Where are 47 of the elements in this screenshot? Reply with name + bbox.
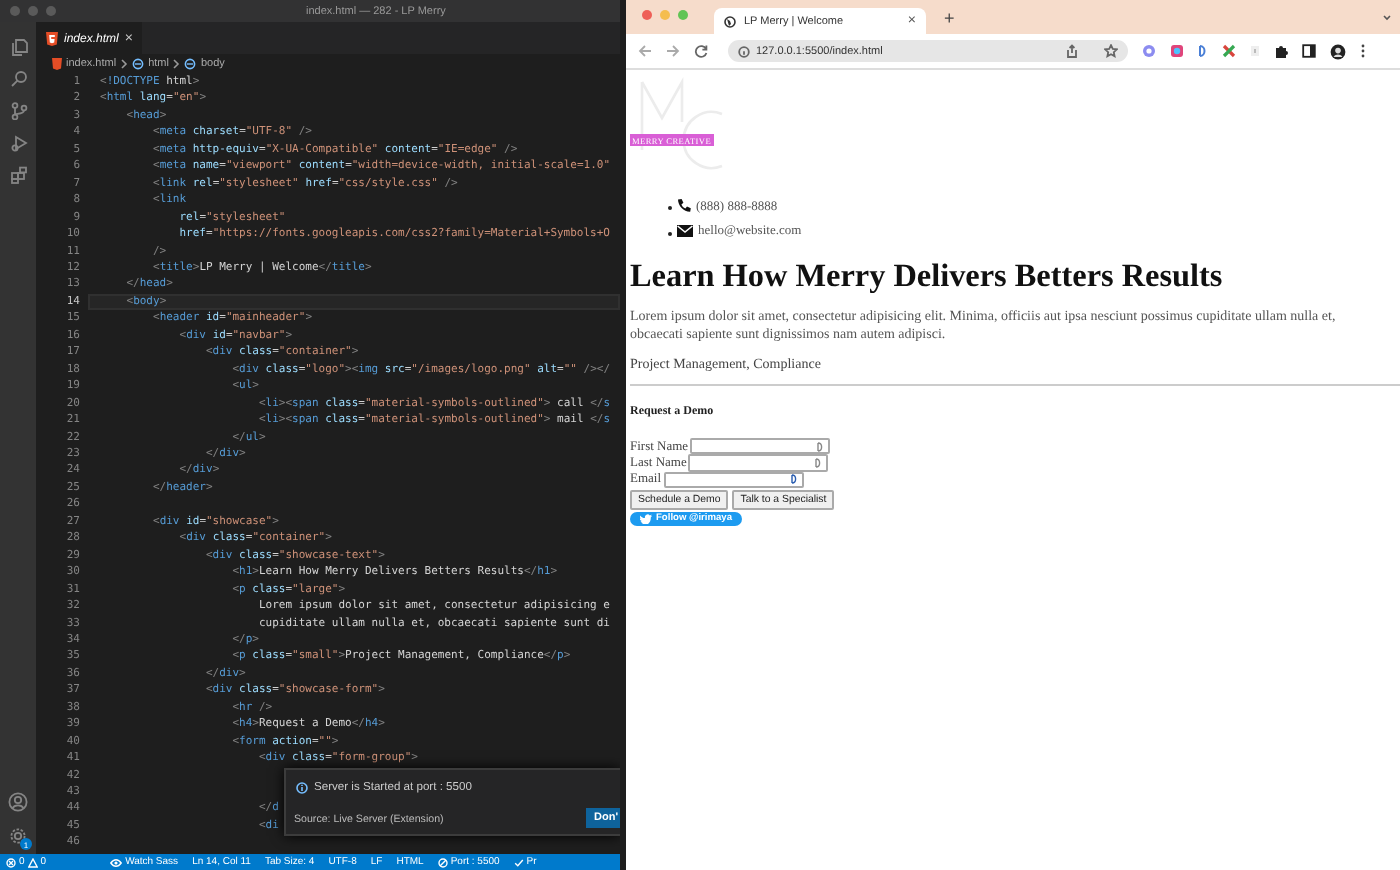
autofill-icon — [789, 474, 798, 485]
error-icon — [6, 857, 16, 867]
html-file-icon — [46, 32, 58, 46]
puzzle-icon[interactable] — [1274, 44, 1288, 58]
page-heading: Learn How Merry Delivers Betters Results — [630, 258, 1225, 296]
menu-icon[interactable] — [1360, 44, 1366, 58]
bird-icon — [640, 514, 652, 525]
input-field[interactable] — [690, 437, 831, 455]
extension-icon[interactable] — [1170, 44, 1184, 58]
extension-icon[interactable] — [1198, 44, 1208, 58]
chevron-icon — [120, 58, 129, 70]
back-icon[interactable] — [638, 44, 652, 58]
info-icon — [296, 782, 308, 794]
profile-icon[interactable] — [1330, 43, 1346, 59]
element-icon — [184, 58, 197, 70]
chevron-icon — [172, 58, 181, 70]
reload-icon[interactable] — [694, 44, 708, 58]
input-field[interactable] — [663, 471, 804, 489]
autofill-icon — [816, 441, 825, 452]
star-icon[interactable] — [1104, 44, 1118, 58]
phone-icon — [676, 198, 692, 215]
extensions-icon[interactable] — [9, 166, 27, 184]
share-icon[interactable] — [1066, 44, 1078, 58]
eye-icon — [110, 857, 123, 867]
extension-icon[interactable] — [1250, 44, 1260, 58]
chevron-down-icon[interactable] — [1382, 14, 1392, 22]
broadcast-icon — [437, 857, 448, 867]
new-tab-button[interactable]: + — [944, 10, 955, 28]
source-control-icon[interactable] — [9, 102, 27, 120]
run-debug-icon[interactable] — [9, 134, 27, 152]
check-icon — [513, 857, 524, 867]
globe-icon — [724, 15, 736, 27]
sidebar-icon[interactable] — [1302, 44, 1316, 58]
mail-icon — [676, 224, 694, 239]
input-field[interactable] — [688, 454, 829, 472]
forward-icon[interactable] — [666, 44, 680, 58]
account-icon[interactable] — [8, 792, 28, 812]
settings-icon[interactable] — [8, 826, 28, 846]
html-file-icon — [52, 58, 62, 70]
files-icon[interactable] — [9, 38, 27, 56]
info-icon — [738, 45, 750, 57]
autofill-icon — [814, 458, 823, 469]
search-icon[interactable] — [9, 70, 27, 88]
extension-icon[interactable] — [1142, 44, 1156, 58]
extension-icon[interactable] — [1222, 44, 1236, 58]
element-icon — [132, 58, 145, 70]
warning-icon — [27, 857, 38, 867]
